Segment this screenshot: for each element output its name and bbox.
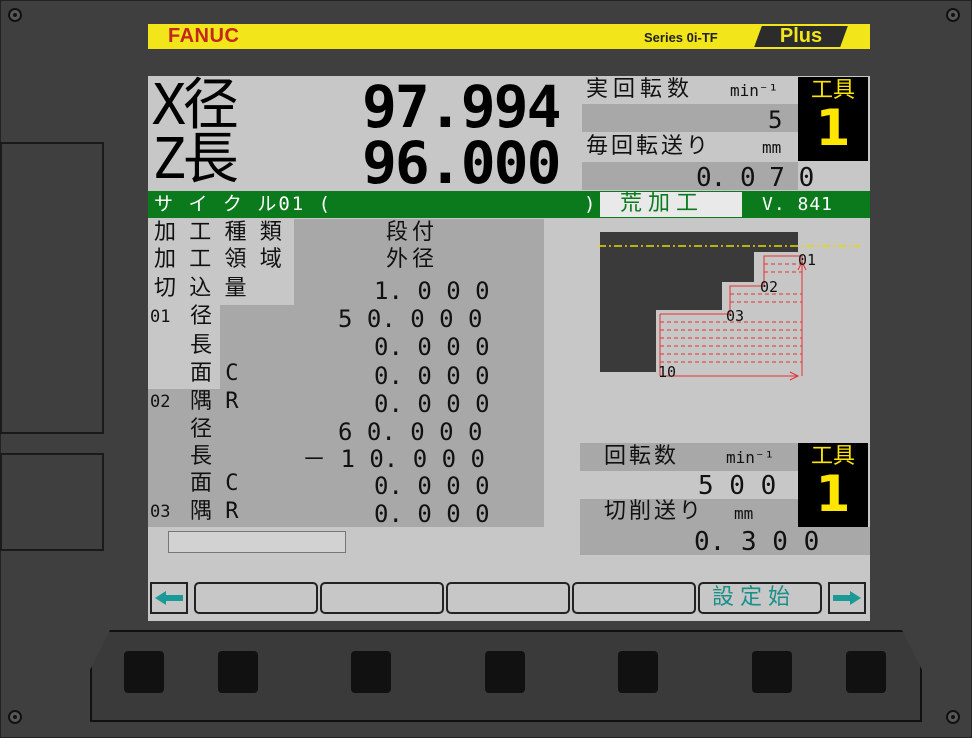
feed-unit: mm <box>762 138 782 157</box>
plus-badge: Plus <box>754 25 848 47</box>
screw-icon <box>8 8 22 22</box>
fanuc-logo: FANUC <box>168 25 240 47</box>
spindle-value-bg <box>582 104 798 132</box>
s02-corner-label: 隅 R <box>190 389 239 414</box>
softkey-setup-start[interactable]: 設定始 <box>698 582 822 614</box>
hardware-softkey-7[interactable] <box>846 651 886 693</box>
diagram-point-03: 03 <box>726 307 745 325</box>
cutting-feed-value[interactable]: 0. 3 0 0 <box>694 529 819 555</box>
softkey-4[interactable] <box>572 582 696 614</box>
diagram-point-10: 10 <box>658 363 677 381</box>
s01-length-value[interactable]: 0. 0 0 0 <box>374 335 490 359</box>
spindle-speed-value: 5 <box>768 106 783 134</box>
s01-length-label: 長 <box>190 333 213 358</box>
softkey-1[interactable] <box>194 582 318 614</box>
arrow-left-icon <box>155 591 183 605</box>
feed-per-rev-value: 0. 0 7 0 <box>696 163 814 193</box>
cycle-title: サ イ ク ル01 ( <box>154 193 333 215</box>
tool-number-top: 工具 1 <box>798 77 868 161</box>
screw-icon <box>8 710 22 724</box>
setup-start-label: 設定始 <box>712 585 797 610</box>
spindle-speed-label: 実回転数 <box>586 77 695 102</box>
series-label: Series 0i-TF <box>644 30 718 45</box>
x-axis-label: X径 <box>152 76 239 138</box>
s02-chamfer-label: 面 C <box>190 471 239 496</box>
fanuc-header-bar: FANUC Series 0i-TF Plus <box>148 24 870 49</box>
s03-corner-value[interactable]: 0. 0 0 0 <box>374 502 490 526</box>
s01-chamfer-value[interactable]: 0. 0 0 0 <box>374 364 490 388</box>
version-label: V. 841 <box>762 194 834 215</box>
mode-rough-machining: 荒加工 <box>620 191 705 216</box>
rpm-label: 回転数 <box>604 444 680 469</box>
s02-length-label: 長 <box>190 444 213 469</box>
hardware-softkey-2[interactable] <box>218 651 258 693</box>
s01-diameter-label: 径 <box>190 304 213 329</box>
z-axis-value: 96.000 <box>362 129 562 197</box>
tool-number-bottom: 工具 1 <box>798 443 868 527</box>
diagram-point-02: 02 <box>760 278 779 296</box>
hardware-softkey-5[interactable] <box>618 651 658 693</box>
softkey-prev-button[interactable] <box>150 582 188 614</box>
rpm-value[interactable]: 5 0 0 <box>698 473 776 499</box>
rpm-unit: min⁻¹ <box>726 448 775 467</box>
s02-length-value[interactable]: － 1 0. 0 0 0 <box>302 447 485 471</box>
s03-corner-label: 隅 R <box>190 499 239 524</box>
side-panel-lower <box>0 453 104 551</box>
cutting-feed-unit: mm <box>734 504 754 523</box>
cnc-screen: X径 97.994 Z長 96.000 実回転数 min⁻¹ 5 毎回転送り m… <box>148 76 870 621</box>
softkey-2[interactable] <box>320 582 444 614</box>
input-buffer-field[interactable] <box>168 531 346 553</box>
hardware-softkey-6[interactable] <box>752 651 792 693</box>
screw-icon <box>946 8 960 22</box>
cutting-feed-label: 切削送り <box>604 499 705 524</box>
s01-chamfer-label: 面 C <box>190 361 239 386</box>
workpiece-diagram <box>594 226 870 386</box>
diagram-point-01: 01 <box>798 251 817 269</box>
hardware-softkey-4[interactable] <box>485 651 525 693</box>
s01-diameter-value[interactable]: 5 0. 0 0 0 <box>338 307 483 331</box>
screw-icon <box>946 710 960 724</box>
softkey-3[interactable] <box>446 582 570 614</box>
side-panel-upper <box>0 142 104 434</box>
machining-type-label: 加 工 種 類 <box>154 220 282 245</box>
z-axis-label: Z長 <box>152 127 239 192</box>
machining-type-value[interactable]: 段付 <box>386 222 438 244</box>
shape-02-number: 02 <box>150 392 171 412</box>
hardware-softkey-3[interactable] <box>351 651 391 693</box>
depth-of-cut-value[interactable]: 1. 0 0 0 <box>374 279 490 303</box>
softkey-next-button[interactable] <box>828 582 866 614</box>
s02-chamfer-value[interactable]: 0. 0 0 0 <box>374 474 490 498</box>
s02-diameter-value[interactable]: 6 0. 0 0 0 <box>338 420 483 444</box>
cycle-title-close: ) <box>584 193 596 215</box>
s02-diameter-label: 径 <box>190 417 213 442</box>
shape-03-number: 03 <box>150 502 171 522</box>
hardware-softkey-1[interactable] <box>124 651 164 693</box>
machining-area-value[interactable]: 外径 <box>386 249 438 271</box>
x-axis-value: 97.994 <box>362 76 562 141</box>
machining-area-label: 加 工 領 域 <box>154 247 282 272</box>
s02-corner-value[interactable]: 0. 0 0 0 <box>374 392 490 416</box>
spindle-unit: min⁻¹ <box>730 81 779 100</box>
depth-of-cut-label: 切 込 量 <box>154 276 247 301</box>
arrow-right-icon <box>833 591 861 605</box>
feed-per-rev-label: 毎回転送り <box>586 134 712 159</box>
shape-01-number: 01 <box>150 307 171 327</box>
